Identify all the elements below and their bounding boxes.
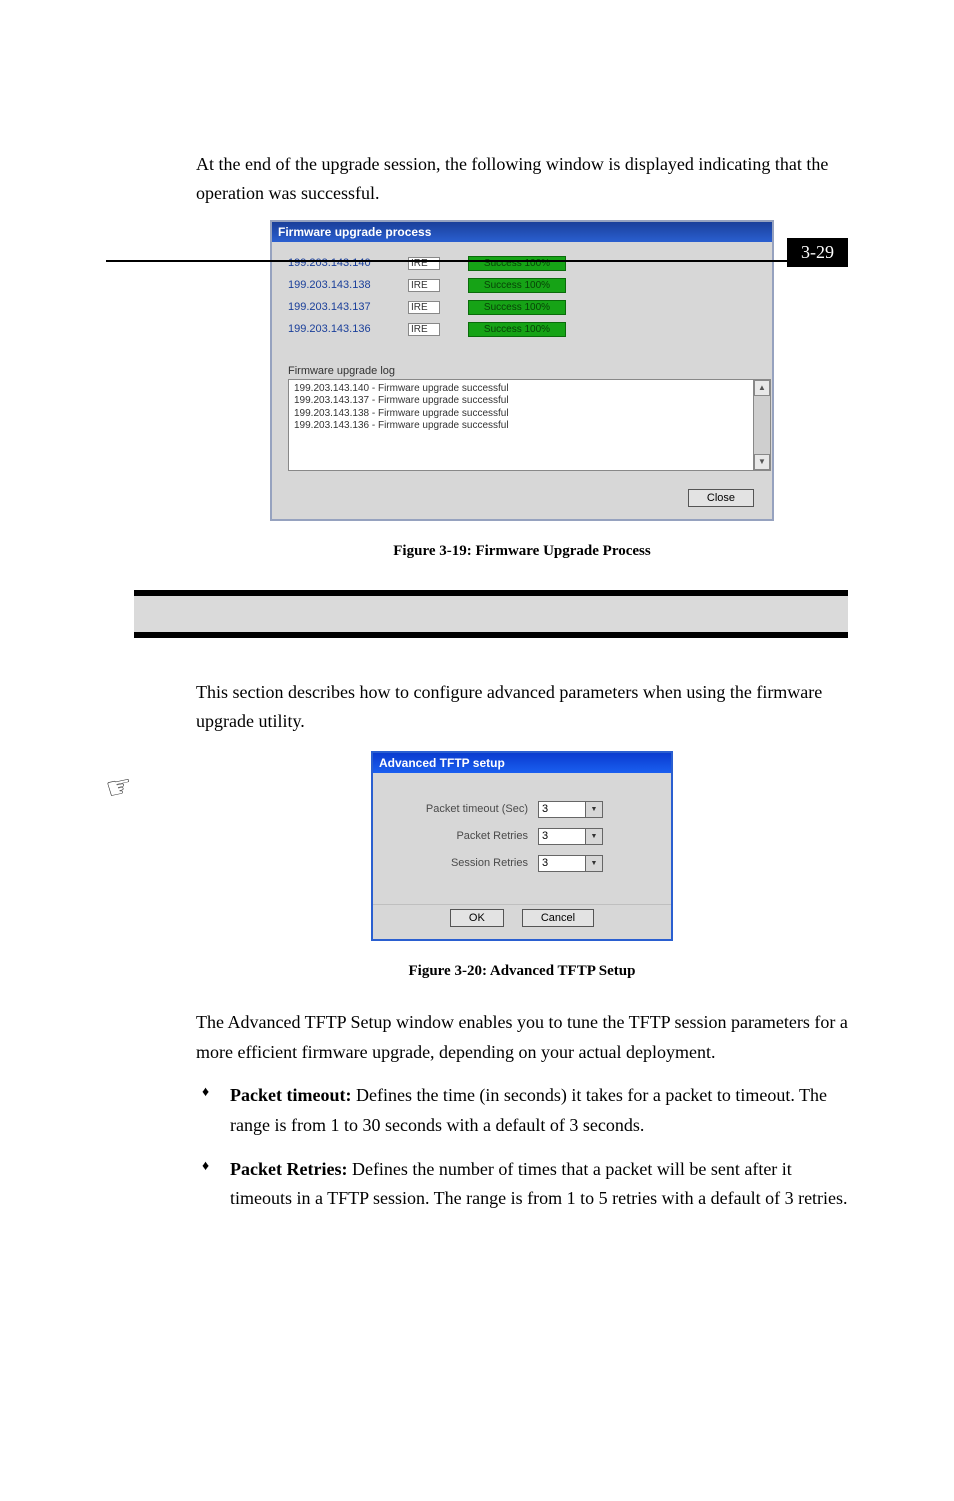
- bullet-label: Packet timeout:: [230, 1085, 351, 1105]
- ire-label: IRE: [408, 301, 440, 314]
- field-label: Packet timeout (Sec): [393, 803, 538, 815]
- hand-pointer-icon: ☞: [103, 768, 137, 808]
- log-line: 199.203.143.136 - Firmware upgrade succe…: [294, 420, 750, 433]
- ire-label: IRE: [408, 323, 440, 336]
- advanced-tftp-dialog: Advanced TFTP setup Packet timeout (Sec)…: [371, 751, 673, 941]
- bullet-label: Packet Retries:: [230, 1159, 347, 1179]
- ip-address: 199.203.143.136: [288, 323, 380, 335]
- dialog-titlebar: Advanced TFTP setup: [373, 753, 671, 773]
- form-row: Packet Retries ▼: [393, 828, 651, 845]
- progress-row: 199.203.143.137 IRE Success 100%: [288, 300, 756, 315]
- figure-caption: Figure 3-20: Advanced TFTP Setup: [196, 963, 848, 980]
- form-row: Packet timeout (Sec) ▼: [393, 801, 651, 818]
- chevron-down-icon[interactable]: ▼: [586, 801, 603, 818]
- session-retries-combo[interactable]: ▼: [538, 855, 603, 872]
- page-number: 3-29: [787, 238, 848, 267]
- scroll-down-icon[interactable]: ▼: [754, 454, 770, 470]
- form-row: Session Retries ▼: [393, 855, 651, 872]
- progress-row: 199.203.143.136 IRE Success 100%: [288, 322, 756, 337]
- progress-bar: Success 100%: [468, 256, 566, 271]
- section-intro: This section describes how to configure …: [196, 678, 848, 737]
- ire-label: IRE: [408, 257, 440, 270]
- list-item: Packet Retries: Defines the number of ti…: [196, 1155, 848, 1214]
- chevron-down-icon[interactable]: ▼: [586, 855, 603, 872]
- list-item: Packet timeout: Defines the time (in sec…: [196, 1081, 848, 1140]
- packet-timeout-combo[interactable]: ▼: [538, 801, 603, 818]
- cancel-button[interactable]: Cancel: [522, 909, 594, 927]
- firmware-upgrade-window: Firmware upgrade process 199.203.143.140…: [270, 220, 774, 521]
- scrollbar[interactable]: ▲ ▼: [753, 379, 771, 471]
- header-rule: [106, 260, 848, 262]
- packet-timeout-input[interactable]: [538, 801, 586, 818]
- ip-address: 199.203.143.137: [288, 301, 380, 313]
- packet-retries-input[interactable]: [538, 828, 586, 845]
- figure-caption: Figure 3-19: Firmware Upgrade Process: [196, 543, 848, 560]
- ip-address: 199.203.143.138: [288, 279, 380, 291]
- ok-button[interactable]: OK: [450, 909, 504, 927]
- body-paragraph: The Advanced TFTP Setup window enables y…: [196, 1008, 848, 1067]
- progress-bar: Success 100%: [468, 322, 566, 337]
- session-retries-input[interactable]: [538, 855, 586, 872]
- log-line: 199.203.143.138 - Firmware upgrade succe…: [294, 408, 750, 421]
- field-label: Session Retries: [393, 857, 538, 869]
- log-textarea[interactable]: 199.203.143.140 - Firmware upgrade succe…: [288, 379, 756, 471]
- close-button[interactable]: Close: [688, 489, 754, 507]
- window-titlebar: Firmware upgrade process: [272, 222, 772, 242]
- note-block: [134, 590, 848, 638]
- packet-retries-combo[interactable]: ▼: [538, 828, 603, 845]
- intro-paragraph: At the end of the upgrade session, the f…: [196, 150, 848, 208]
- chevron-down-icon[interactable]: ▼: [586, 828, 603, 845]
- log-line: 199.203.143.140 - Firmware upgrade succe…: [294, 383, 750, 396]
- ip-address: 199.203.143.140: [288, 257, 380, 269]
- progress-row: 199.203.143.138 IRE Success 100%: [288, 278, 756, 293]
- log-label: Firmware upgrade log: [288, 365, 756, 377]
- bullet-list: Packet timeout: Defines the time (in sec…: [196, 1081, 848, 1214]
- log-line: 199.203.143.137 - Firmware upgrade succe…: [294, 395, 750, 408]
- scroll-up-icon[interactable]: ▲: [754, 380, 770, 396]
- progress-bar: Success 100%: [468, 278, 566, 293]
- progress-row: 199.203.143.140 IRE Success 100%: [288, 256, 756, 271]
- progress-bar: Success 100%: [468, 300, 566, 315]
- ire-label: IRE: [408, 279, 440, 292]
- field-label: Packet Retries: [393, 830, 538, 842]
